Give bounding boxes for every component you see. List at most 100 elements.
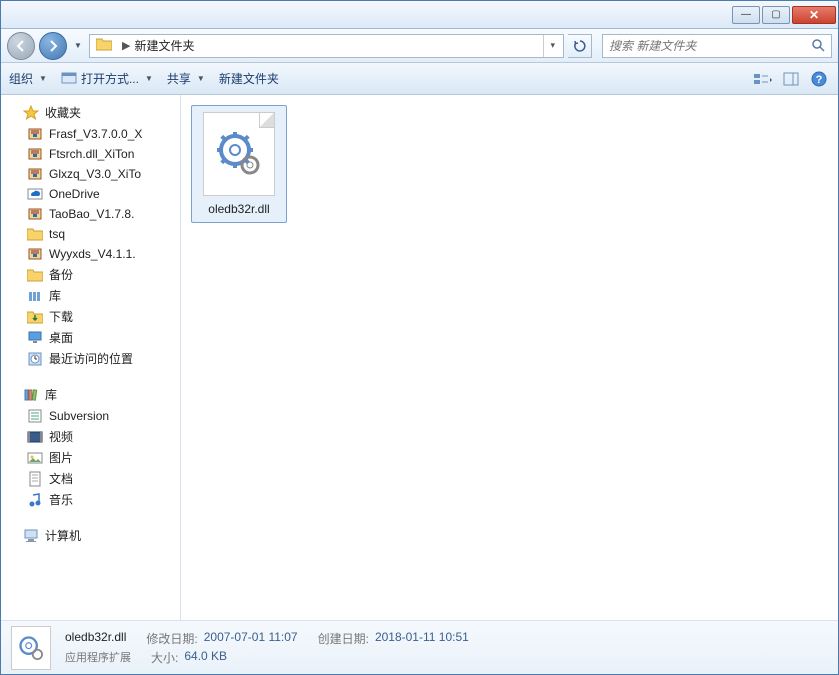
item-label: 库 <box>49 287 61 304</box>
size-label: 大小: <box>151 649 178 666</box>
computer-header[interactable]: 计算机 <box>1 524 180 547</box>
item-icon <box>27 408 43 424</box>
new-folder-label: 新建文件夹 <box>219 70 279 87</box>
chevron-down-icon: ▼ <box>197 74 205 83</box>
close-button[interactable]: ✕ <box>792 6 836 24</box>
content-area: 收藏夹 Frasf_V3.7.0.0_X Ftsrch.dll_XiTon Glxz… <box>1 95 838 620</box>
file-pane[interactable]: oledb32r.dll <box>181 95 838 620</box>
share-menu[interactable]: 共享 ▼ <box>167 70 205 87</box>
back-button[interactable] <box>7 32 35 60</box>
item-icon <box>27 309 43 325</box>
details-thumbnail <box>11 626 51 670</box>
maximize-button[interactable]: ▢ <box>762 6 790 24</box>
preview-pane-button[interactable] <box>780 69 802 89</box>
address-dropdown[interactable]: ▾ <box>543 35 561 57</box>
gear-icon <box>215 130 263 178</box>
sidebar-item[interactable]: 图片 <box>1 447 180 468</box>
item-label: TaoBao_V1.7.8. <box>49 207 134 221</box>
sidebar-item[interactable]: TaoBao_V1.7.8. <box>1 204 180 224</box>
breadcrumb-current[interactable]: 新建文件夹 <box>134 37 194 54</box>
search-input[interactable] <box>609 39 812 53</box>
minimize-button[interactable]: — <box>732 6 760 24</box>
sidebar-item[interactable]: Wyyxds_V4.1.1. <box>1 244 180 264</box>
libraries-header[interactable]: 库 <box>1 383 180 406</box>
item-label: Glxzq_V3.0_XiTo <box>49 167 141 181</box>
folder-icon <box>96 37 114 55</box>
open-with-label: 打开方式... <box>81 70 139 87</box>
sidebar-item[interactable]: 库 <box>1 285 180 306</box>
share-label: 共享 <box>167 70 191 87</box>
preview-icon <box>783 72 799 86</box>
modified-label: 修改日期: <box>146 630 197 647</box>
forward-button[interactable] <box>39 32 67 60</box>
libraries-label: 库 <box>45 386 57 403</box>
chevron-down-icon: ▼ <box>145 74 153 83</box>
chevron-down-icon: ▼ <box>39 74 47 83</box>
sidebar-item[interactable]: tsq <box>1 224 180 244</box>
sidebar-item[interactable]: Subversion <box>1 406 180 426</box>
details-filetype: 应用程序扩展 <box>65 649 131 666</box>
svg-text:?: ? <box>816 74 823 86</box>
item-icon <box>27 351 43 367</box>
sidebar-item[interactable]: 音乐 <box>1 489 180 510</box>
item-label: Ftsrch.dll_XiTon <box>49 147 134 161</box>
sidebar-item[interactable]: 下载 <box>1 306 180 327</box>
item-label: Wyyxds_V4.1.1. <box>49 247 136 261</box>
item-label: 视频 <box>49 428 73 445</box>
item-label: 音乐 <box>49 491 73 508</box>
favorites-header[interactable]: 收藏夹 <box>1 101 180 124</box>
gear-icon <box>17 634 45 662</box>
refresh-button[interactable] <box>568 34 592 58</box>
sidebar-item[interactable]: Frasf_V3.7.0.0_X <box>1 124 180 144</box>
sidebar-item[interactable]: 文档 <box>1 468 180 489</box>
libraries-group: 库 Subversion 视频图片文档音乐 <box>1 383 180 510</box>
sidebar-item[interactable]: Glxzq_V3.0_XiTo <box>1 164 180 184</box>
file-item-selected[interactable]: oledb32r.dll <box>191 105 287 223</box>
open-with-menu[interactable]: 打开方式... ▼ <box>61 70 153 87</box>
search-icon[interactable] <box>812 39 825 52</box>
view-options-button[interactable] <box>752 69 774 89</box>
item-icon <box>27 330 43 346</box>
item-label: 文档 <box>49 470 73 487</box>
sidebar-item[interactable]: 备份 <box>1 264 180 285</box>
navigation-pane[interactable]: 收藏夹 Frasf_V3.7.0.0_X Ftsrch.dll_XiTon Glxz… <box>1 95 181 620</box>
titlebar: — ▢ ✕ <box>1 1 838 29</box>
created-label: 创建日期: <box>318 630 369 647</box>
created-value: 2018-01-11 10:51 <box>375 630 469 647</box>
item-label: 桌面 <box>49 329 73 346</box>
sidebar-item[interactable]: 桌面 <box>1 327 180 348</box>
item-label: 最近访问的位置 <box>49 350 133 367</box>
item-label: Frasf_V3.7.0.0_X <box>49 127 142 141</box>
item-label: 图片 <box>49 449 73 466</box>
favorites-label: 收藏夹 <box>45 104 81 121</box>
sidebar-item[interactable]: 视频 <box>1 426 180 447</box>
breadcrumb-separator: ▶ <box>118 39 134 52</box>
item-label: Subversion <box>49 409 109 423</box>
app-icon <box>61 72 77 86</box>
details-info: oledb32r.dll 修改日期: 2007-07-01 11:07 创建日期… <box>65 630 828 666</box>
search-box[interactable] <box>602 34 832 58</box>
details-filename: oledb32r.dll <box>65 630 126 647</box>
item-icon <box>27 450 43 466</box>
item-label: OneDrive <box>49 187 100 201</box>
item-icon <box>27 186 43 202</box>
item-icon <box>27 126 43 142</box>
sidebar-item[interactable]: OneDrive <box>1 184 180 204</box>
item-icon <box>27 226 43 242</box>
sidebar-item[interactable]: Ftsrch.dll_XiTon <box>1 144 180 164</box>
item-icon <box>27 429 43 445</box>
organize-menu[interactable]: 组织 ▼ <box>9 70 47 87</box>
modified-value: 2007-07-01 11:07 <box>204 630 298 647</box>
sidebar-item[interactable]: 最近访问的位置 <box>1 348 180 369</box>
organize-label: 组织 <box>9 70 33 87</box>
item-label: tsq <box>49 227 65 241</box>
help-button[interactable]: ? <box>808 69 830 89</box>
item-icon <box>27 246 43 262</box>
item-icon <box>27 206 43 222</box>
history-dropdown[interactable]: ▼ <box>71 36 85 56</box>
file-thumbnail <box>203 112 275 196</box>
help-icon: ? <box>811 71 827 87</box>
toolbar: 组织 ▼ 打开方式... ▼ 共享 ▼ 新建文件夹 ? <box>1 63 838 95</box>
address-bar[interactable]: ▶ 新建文件夹 ▾ <box>89 34 564 58</box>
new-folder-button[interactable]: 新建文件夹 <box>219 70 279 87</box>
